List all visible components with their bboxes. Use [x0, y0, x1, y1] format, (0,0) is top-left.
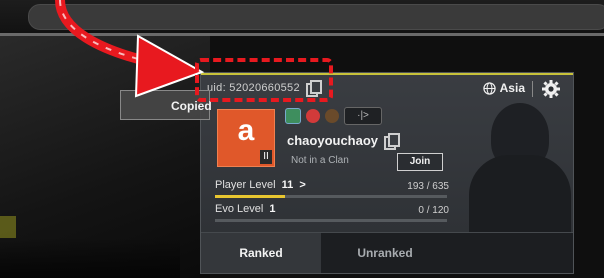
tab-unranked[interactable]: Unranked: [325, 233, 445, 273]
badge-icon[interactable]: [325, 109, 339, 123]
background-shadow: [0, 238, 180, 278]
player-level-progress: 193 / 635: [407, 181, 449, 192]
avatar-letter: a: [237, 114, 255, 147]
player-level-bar: [215, 195, 447, 198]
globe-icon: [482, 81, 496, 95]
evo-level-label: Evo Level 1: [215, 203, 276, 215]
profile-card: uid: 52020660552 Asia a II ·|> chaoyouch…: [200, 72, 574, 274]
clan-status: Not in a Clan: [291, 155, 349, 166]
gear-icon[interactable]: [541, 79, 561, 99]
mode-tabs: Ranked Unranked: [201, 232, 573, 273]
badge-tag[interactable]: ·|>: [344, 107, 382, 125]
chevron-right-icon: >: [299, 179, 306, 191]
region-selector[interactable]: Asia: [482, 81, 525, 95]
player-level-value: 11: [281, 179, 294, 191]
rank-badge: II: [260, 150, 272, 164]
header-separator: [532, 81, 533, 97]
name-row: chaoyouchaoy: [287, 132, 401, 150]
red-arrow-annotation: [55, 0, 205, 98]
uid-highlight-box: [195, 58, 333, 102]
join-button[interactable]: Join: [397, 153, 443, 171]
player-name: chaoyouchaoy: [287, 133, 379, 148]
player-level-fill: [215, 195, 285, 198]
evo-level-value: 1: [269, 203, 276, 215]
evo-level-bar: [215, 219, 447, 222]
character-silhouette: [461, 93, 571, 243]
tab-ranked[interactable]: Ranked: [201, 233, 321, 273]
copy-icon[interactable]: [384, 132, 401, 150]
badge-row: ·|>: [285, 107, 382, 125]
avatar[interactable]: a II: [217, 109, 275, 167]
badge-icon[interactable]: [285, 108, 301, 124]
badge-icon[interactable]: [306, 109, 320, 123]
region-label: Asia: [499, 81, 525, 95]
player-level-label[interactable]: Player Level 11 >: [215, 179, 306, 191]
evo-level-progress: 0 / 120: [418, 205, 449, 216]
